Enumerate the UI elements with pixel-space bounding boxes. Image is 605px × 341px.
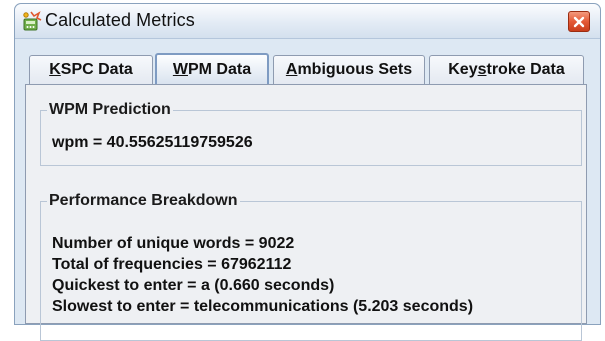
wpm-prediction-title: WPM Prediction bbox=[47, 101, 173, 119]
tab-mnemonic: K bbox=[49, 61, 61, 78]
close-button[interactable] bbox=[568, 11, 590, 32]
wpm-data-panel: WPM Prediction wpm = 40.55625119759526 P… bbox=[25, 84, 587, 341]
tab-keystroke-data[interactable]: Key s troke Data bbox=[429, 55, 584, 84]
tab-label-prefix: Key bbox=[448, 61, 478, 78]
quickest-to-enter: Quickest to enter = a (0.660 seconds) bbox=[52, 277, 335, 294]
slowest-to-enter: Slowest to enter = telecommunications (5… bbox=[52, 298, 474, 315]
wpm-value: wpm = 40.55625119759526 bbox=[52, 134, 253, 151]
tab-mnemonic: W bbox=[172, 60, 188, 78]
performance-breakdown-group: Performance Breakdown Number of unique w… bbox=[40, 192, 582, 341]
tab-label-suffix: PM Data bbox=[187, 60, 252, 78]
tab-label-suffix: mbiguous Sets bbox=[297, 61, 413, 78]
wpm-prediction-group: WPM Prediction wpm = 40.55625119759526 bbox=[40, 101, 582, 166]
tab-mnemonic: s bbox=[477, 61, 487, 78]
close-icon bbox=[573, 16, 585, 27]
title-bar[interactable]: Calculated Metrics bbox=[15, 4, 600, 39]
tab-ambiguous-sets[interactable]: Ambiguous Sets bbox=[273, 55, 425, 84]
tab-bar: K SPC Data W PM Data Ambiguous Sets Key s tr… bbox=[29, 53, 584, 84]
total-frequencies: Total of frequencies = 67962112 bbox=[52, 256, 292, 273]
window-title: Calculated Metrics bbox=[45, 10, 195, 30]
tab-label-suffix: troke Data bbox=[486, 61, 565, 78]
metrics-window: Calculated Metrics K SPC Data W PM Data Am… bbox=[14, 3, 601, 341]
tab-kspc-data[interactable]: K SPC Data bbox=[29, 55, 153, 84]
performance-breakdown-title: Performance Breakdown bbox=[47, 192, 240, 210]
tab-mnemonic: A bbox=[285, 61, 298, 78]
tab-wpm-data[interactable]: W PM Data bbox=[155, 53, 269, 84]
unique-words-count: Number of unique words = 9022 bbox=[52, 235, 295, 252]
tab-label-suffix: SPC Data bbox=[60, 61, 133, 78]
calculator-app-icon bbox=[23, 11, 42, 31]
